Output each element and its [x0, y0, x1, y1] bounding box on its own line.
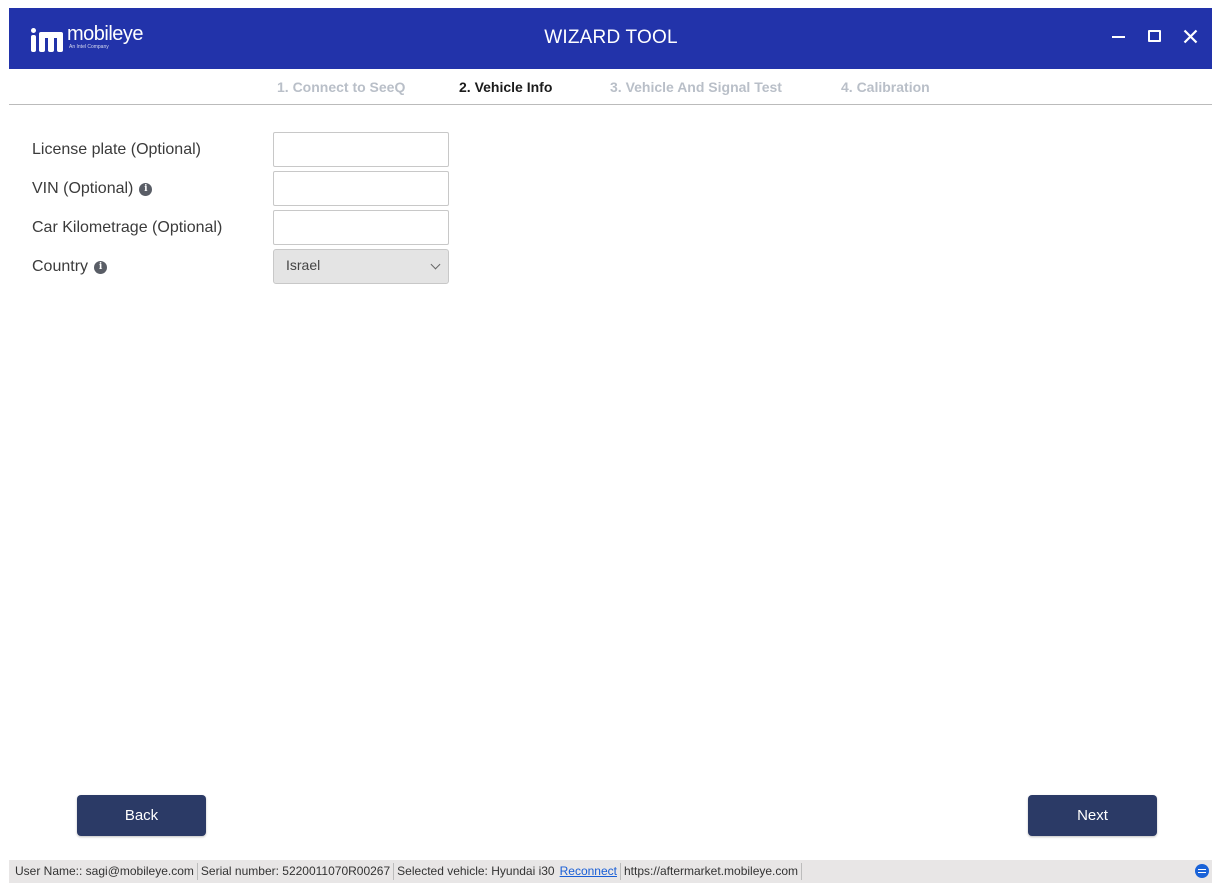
reconnect-link[interactable]: Reconnect	[560, 864, 617, 878]
kilometrage-label: Car Kilometrage (Optional)	[32, 219, 223, 236]
maximize-button[interactable]	[1145, 24, 1163, 48]
step-calibration: 4. Calibration	[841, 79, 930, 95]
status-selected-vehicle-segment: Selected vehicle: Hyundai i30 Reconnect	[394, 863, 621, 880]
close-button[interactable]	[1181, 24, 1199, 48]
step-connect-to-seeq: 1. Connect to SeeQ	[277, 79, 406, 95]
country-label: Country i	[32, 258, 108, 276]
license-plate-label: License plate (Optional)	[32, 141, 201, 158]
license-plate-row: License plate (Optional)	[9, 132, 469, 167]
status-selected-vehicle: Selected vehicle: Hyundai i30	[397, 864, 555, 878]
title-bar: mobileye An Intel Company WIZARD TOOL	[9, 8, 1212, 69]
next-button[interactable]: Next	[1028, 795, 1157, 836]
minimize-button[interactable]	[1109, 24, 1127, 48]
step-vehicle-info: 2. Vehicle Info	[459, 79, 553, 95]
status-serial-number: Serial number: 5220011070R00267	[198, 863, 395, 880]
minimize-icon	[1111, 36, 1125, 38]
close-icon	[1183, 29, 1197, 43]
status-user-name: User Name:: sagi@mobileye.com	[12, 863, 198, 880]
window-controls	[1109, 24, 1199, 48]
wizard-window: mobileye An Intel Company WIZARD TOOL 1.…	[9, 8, 1212, 883]
vin-input[interactable]	[273, 171, 449, 206]
vin-label: VIN (Optional) i	[32, 180, 153, 198]
chevron-down-icon	[430, 259, 441, 270]
status-bar: User Name:: sagi@mobileye.com Serial num…	[9, 860, 1212, 883]
country-select[interactable]: Israel	[273, 249, 449, 284]
back-button[interactable]: Back	[77, 795, 206, 836]
country-row: Country i Israel	[9, 249, 469, 284]
step-vehicle-and-signal-test: 3. Vehicle And Signal Test	[610, 79, 782, 95]
license-plate-input[interactable]	[273, 132, 449, 167]
teamviewer-icon[interactable]	[1195, 864, 1209, 878]
maximize-icon	[1147, 30, 1161, 42]
wizard-steps: 1. Connect to SeeQ 2. Vehicle Info 3. Ve…	[9, 69, 1212, 105]
info-icon[interactable]: i	[139, 182, 153, 196]
vin-row: VIN (Optional) i	[9, 171, 469, 206]
kilometrage-row: Car Kilometrage (Optional)	[9, 210, 469, 245]
info-icon[interactable]: i	[94, 260, 108, 274]
app-title: WIZARD TOOL	[544, 27, 678, 48]
kilometrage-input[interactable]	[273, 210, 449, 245]
country-select-value: Israel	[286, 257, 321, 273]
status-url: https://aftermarket.mobileye.com	[621, 863, 803, 880]
